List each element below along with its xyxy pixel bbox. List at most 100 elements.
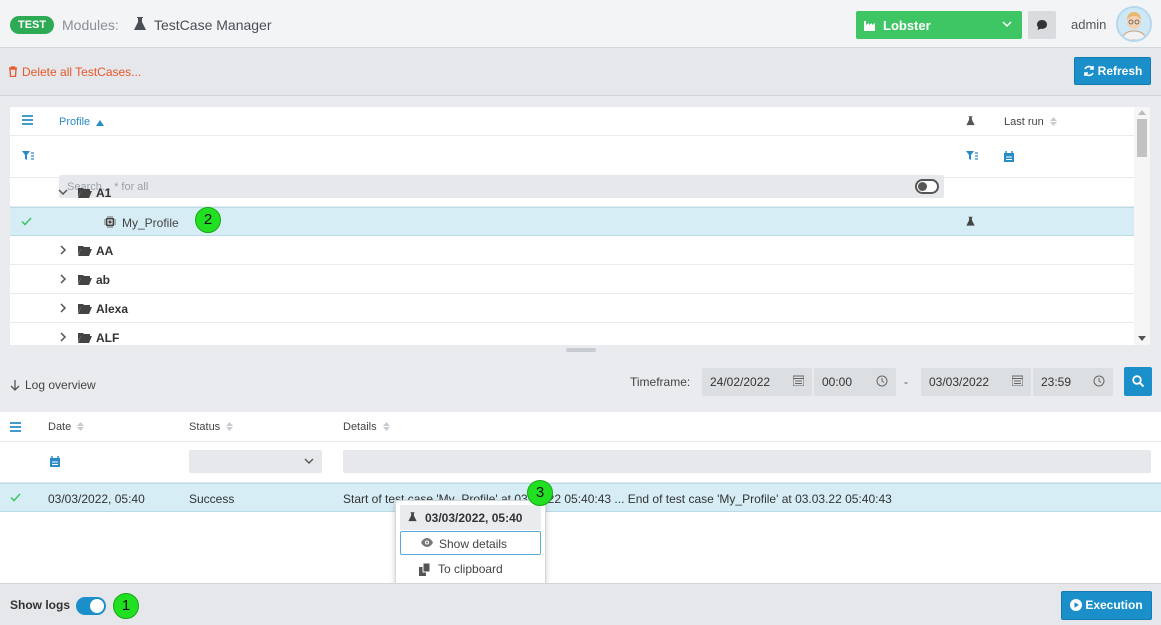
clock-icon [876, 375, 888, 387]
folder-open-icon [78, 187, 92, 198]
from-date-field[interactable]: 24/02/2022 [702, 368, 812, 396]
chevron-right-icon[interactable] [60, 303, 67, 313]
avatar[interactable] [1116, 6, 1152, 42]
chevron-down-icon [1002, 20, 1012, 28]
details-filter-input[interactable] [343, 450, 1151, 473]
chevron-right-icon[interactable] [60, 332, 67, 342]
check-icon [10, 493, 21, 502]
panel-splitter-handle[interactable] [566, 348, 596, 352]
column-header-date[interactable]: Date [48, 421, 85, 433]
refresh-label: Refresh [1097, 64, 1143, 78]
chevron-down-icon[interactable] [58, 189, 68, 196]
from-date-value: 24/02/2022 [710, 375, 771, 389]
folder-label: Alexa [96, 302, 129, 316]
to-date-field[interactable]: 03/03/2022 [921, 368, 1031, 396]
to-date-value: 03/03/2022 [929, 375, 990, 389]
folder-open-icon [78, 332, 92, 343]
tree-row-folder[interactable]: A1 [10, 178, 1134, 207]
copy-icon [419, 563, 431, 576]
environment-badge: TEST [10, 16, 55, 34]
column-header-details[interactable]: Details [343, 421, 390, 433]
sort-icon [226, 422, 234, 431]
callout-marker: 2 [195, 207, 221, 233]
table-row[interactable]: 03/03/2022, 05:40 Success Start of test … [0, 483, 1161, 512]
folder-open-icon [78, 303, 92, 314]
folder-open-icon [78, 274, 92, 285]
flask-icon [132, 16, 148, 32]
tree-row-folder[interactable]: AA [10, 236, 1134, 265]
timeframe-label: Timeframe: [630, 375, 691, 389]
flask-icon[interactable] [965, 215, 976, 228]
trash-icon [9, 66, 17, 77]
column-header-last-run[interactable]: Last run [1004, 116, 1057, 128]
to-time-value: 23:59 [1041, 375, 1072, 389]
tree-scrollbar[interactable] [1134, 107, 1150, 345]
arrow-down-icon [10, 380, 20, 391]
folder-label: ALF [96, 331, 120, 345]
scrollbar-thumb[interactable] [1137, 119, 1147, 157]
log-context-menu: 03/03/2022, 05:40 Show details To clipbo… [395, 500, 546, 585]
log-status: Success [189, 492, 235, 506]
eye-icon [421, 538, 433, 547]
execution-button[interactable]: Execution [1061, 591, 1152, 620]
chevron-down-icon [304, 458, 314, 464]
folder-label: A1 [96, 186, 112, 200]
show-logs-toggle[interactable] [76, 597, 106, 615]
log-overview-toggle[interactable]: Log overview [10, 378, 96, 392]
column-header-profile[interactable]: Profile [59, 116, 105, 128]
sort-icon [1049, 117, 1057, 126]
sort-asc-icon [96, 120, 105, 126]
status-filter-select[interactable] [189, 450, 322, 473]
search-logs-button[interactable] [1124, 367, 1152, 396]
callout-marker: 1 [113, 593, 139, 619]
sort-icon [382, 422, 390, 431]
module-name: TestCase Manager [154, 17, 272, 33]
project-select[interactable]: Lobster [856, 11, 1022, 39]
from-time-field[interactable]: 00:00 [814, 368, 896, 396]
tree-row-folder[interactable]: Alexa [10, 294, 1134, 323]
tree-row-profile-selected[interactable]: My_Profile [10, 207, 1134, 236]
play-circle-icon [1070, 599, 1083, 611]
refresh-button[interactable]: Refresh [1074, 57, 1151, 85]
user-name[interactable]: admin [1071, 17, 1106, 32]
show-details-label: Show details [439, 537, 508, 551]
show-details-menu-item[interactable]: Show details [400, 531, 541, 555]
from-time-value: 00:00 [822, 375, 853, 389]
delete-all-testcases-link[interactable]: Delete all TestCases... [8, 65, 141, 79]
tree-filter-row: Search... * for all [10, 137, 1134, 198]
chevron-right-icon[interactable] [60, 274, 67, 284]
profile-label: My_Profile [122, 216, 179, 230]
log-table: Date Status Details 03/03/2022, 05:40 Su… [0, 412, 1161, 583]
chat-button[interactable] [1028, 11, 1056, 39]
delete-all-label: Delete all TestCases... [22, 65, 142, 79]
callout-marker: 3 [527, 480, 553, 506]
tree-row-folder[interactable]: ab [10, 265, 1134, 294]
tree-header-row: Profile Last run [10, 107, 1134, 136]
calendar-icon[interactable] [50, 456, 60, 467]
sort-icon [77, 422, 85, 431]
calendar-icon[interactable] [1004, 151, 1014, 162]
log-overview-title: Log overview [25, 378, 96, 392]
tree-row-folder[interactable]: ALF [10, 323, 1134, 345]
footer-bar [0, 583, 1161, 625]
check-icon [21, 217, 32, 226]
folder-label: ab [96, 273, 111, 287]
filter-icon[interactable] [966, 151, 978, 161]
scroll-up-icon[interactable] [1138, 110, 1146, 115]
menu-icon[interactable] [22, 115, 33, 125]
filter-icon[interactable] [22, 151, 34, 161]
factory-icon [864, 19, 877, 31]
folder-open-icon [78, 245, 92, 256]
to-clipboard-menu-item[interactable]: To clipboard [400, 558, 541, 581]
scroll-down-icon[interactable] [1138, 336, 1146, 341]
toolbar [0, 48, 1161, 96]
flask-icon [408, 512, 417, 522]
timeframe-separator: - [904, 375, 908, 389]
menu-icon[interactable] [10, 422, 21, 432]
to-time-field[interactable]: 23:59 [1033, 368, 1113, 396]
chevron-right-icon[interactable] [60, 245, 67, 255]
flask-icon [965, 115, 976, 127]
to-clipboard-label: To clipboard [438, 562, 503, 576]
column-header-status[interactable]: Status [189, 421, 234, 433]
log-date: 03/03/2022, 05:40 [48, 492, 145, 506]
